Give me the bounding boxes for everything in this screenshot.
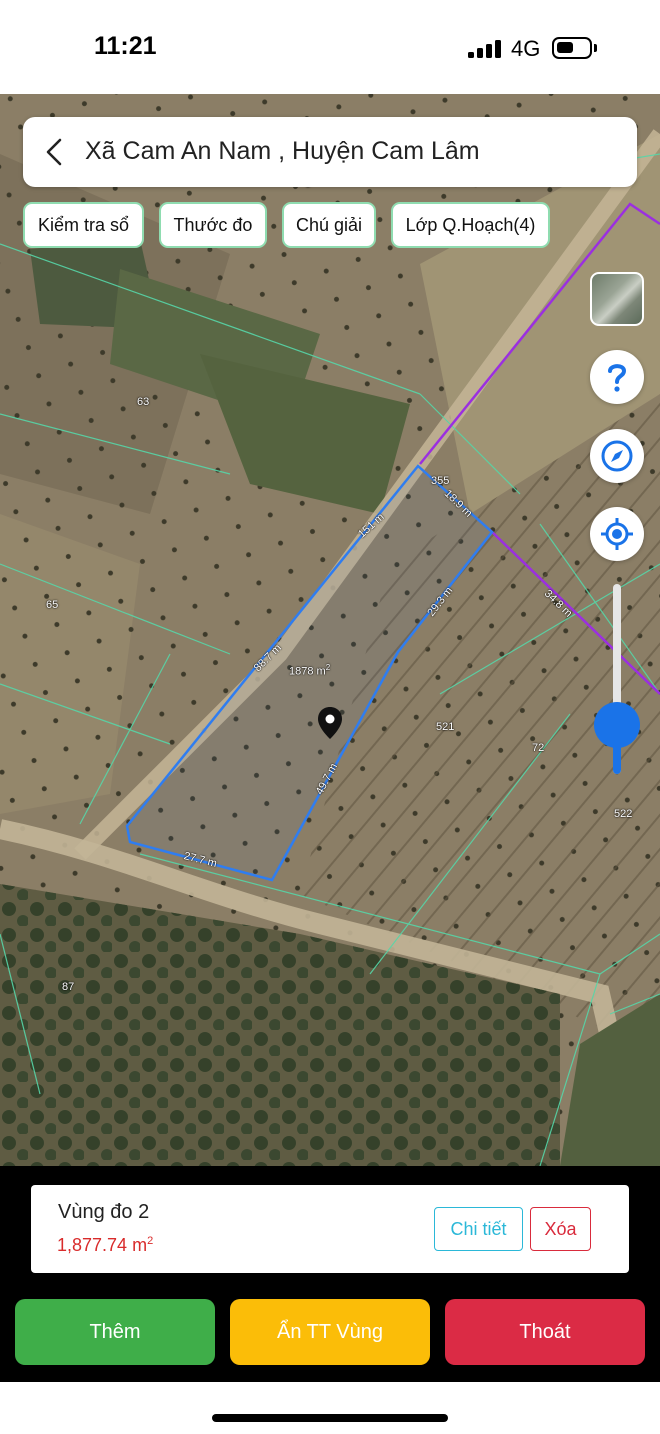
planning-layer-button[interactable]: Lớp Q.Hoạch(4) bbox=[391, 202, 550, 248]
parcel-number: 72 bbox=[532, 742, 545, 754]
question-mark-icon bbox=[608, 364, 627, 392]
add-button[interactable]: Thêm bbox=[15, 1299, 215, 1365]
parcel-number: 521 bbox=[436, 721, 455, 733]
help-button[interactable] bbox=[590, 350, 644, 404]
parcel-number: 65 bbox=[46, 599, 59, 611]
map-layer-toggle[interactable] bbox=[590, 272, 644, 326]
compass-button[interactable] bbox=[590, 429, 644, 483]
signal-icon bbox=[468, 38, 502, 58]
measurement-card: Vùng đo 2 1,877.74 m2 Chi tiết Xóa bbox=[31, 1185, 629, 1273]
measurement-panel: Vùng đo 2 1,877.74 m2 Chi tiết Xóa Thêm … bbox=[0, 1166, 660, 1382]
parcel-number: 522 bbox=[614, 808, 633, 820]
battery-tip bbox=[594, 44, 597, 52]
location-title: Xã Cam An Nam , Huyện Cam Lâm bbox=[85, 137, 480, 165]
hide-area-info-button[interactable]: Ẩn TT Vùng bbox=[230, 1299, 430, 1365]
home-indicator[interactable] bbox=[212, 1414, 448, 1422]
measure-tool-button[interactable]: Thước đo bbox=[159, 202, 267, 248]
location-pin-icon[interactable] bbox=[317, 706, 343, 740]
measurement-name: Vùng đo 2 bbox=[58, 1201, 150, 1223]
map-imagery bbox=[0, 94, 660, 1166]
network-type: 4G bbox=[511, 36, 541, 61]
zoom-slider-thumb[interactable] bbox=[594, 702, 640, 748]
exit-button[interactable]: Thoát bbox=[445, 1299, 645, 1365]
crosshair-location-icon bbox=[601, 518, 633, 550]
parcel-number: 87 bbox=[62, 981, 75, 993]
compass-icon bbox=[601, 440, 633, 472]
parcel-number: 63 bbox=[137, 396, 150, 408]
satellite-thumbnail-icon bbox=[592, 274, 642, 324]
area-label: 1878 m2 bbox=[289, 663, 331, 678]
measurement-area: 1,877.74 m2 bbox=[57, 1235, 154, 1255]
parcel-number: 355 bbox=[431, 475, 450, 487]
status-bar: 11:21 4G bbox=[0, 0, 660, 94]
home-area bbox=[0, 1382, 660, 1434]
status-time: 11:21 bbox=[94, 32, 157, 60]
check-certificate-button[interactable]: Kiểm tra sổ bbox=[23, 202, 144, 248]
my-location-button[interactable] bbox=[590, 507, 644, 561]
delete-button[interactable]: Xóa bbox=[530, 1207, 591, 1251]
location-header: Xã Cam An Nam , Huyện Cam Lâm bbox=[23, 117, 637, 187]
battery-icon bbox=[552, 37, 592, 59]
legend-button[interactable]: Chú giải bbox=[282, 202, 376, 248]
satellite-map[interactable]: 63 65 355 521 72 522 87 5 1878 m2 151 m … bbox=[0, 94, 660, 1166]
detail-button[interactable]: Chi tiết bbox=[434, 1207, 523, 1251]
back-arrow-icon[interactable] bbox=[37, 134, 73, 170]
